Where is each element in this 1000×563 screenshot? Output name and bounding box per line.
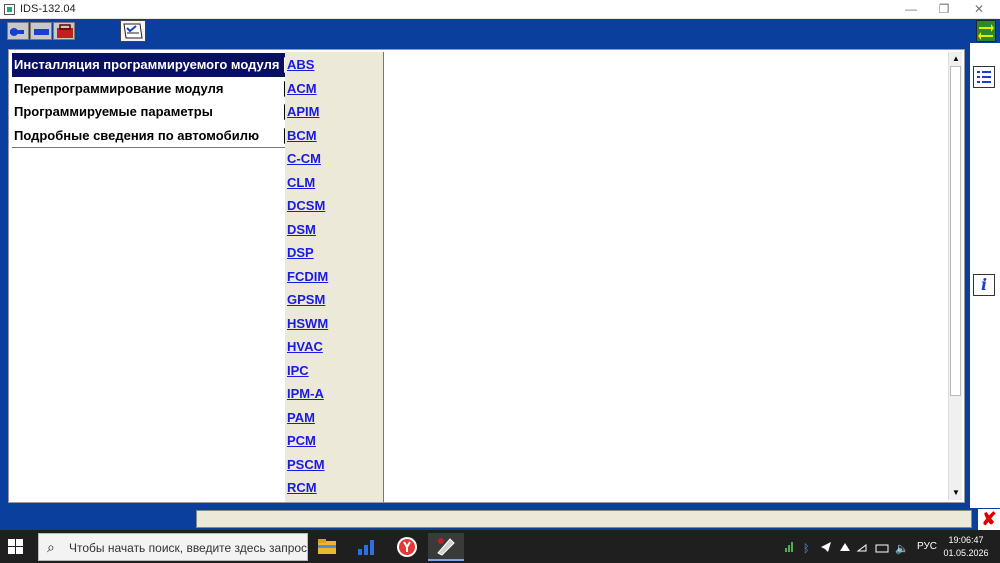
search-placeholder: Чтобы начать поиск, введите здесь запрос (69, 541, 308, 555)
module-link-clm[interactable]: CLM (285, 170, 383, 194)
menu-item-label: Перепрограммирование модуля (14, 80, 224, 96)
menu-item-reprogram-module[interactable]: Перепрограммирование модуля (12, 77, 296, 101)
menu-item-label: Инсталляция программируемого модуля (14, 57, 280, 72)
menu-divider (12, 147, 285, 148)
module-link-abs[interactable]: ABS (285, 52, 383, 76)
restore-button[interactable]: ❐ (927, 0, 961, 19)
menu-item-label: Программируемые параметры (14, 104, 213, 119)
scroll-down-icon[interactable]: ▼ (949, 486, 963, 500)
side-panel: i (970, 43, 1000, 508)
close-button[interactable]: ✕ (962, 0, 996, 19)
module-link-bcm[interactable]: BCM (285, 123, 383, 147)
windows-start-icon[interactable] (8, 539, 24, 555)
svg-text:ᛒ: ᛒ (803, 542, 810, 555)
menu-item-programmable-parameters[interactable]: Программируемые параметры (12, 100, 296, 124)
clock-time: 19:06:47 (948, 535, 984, 545)
scroll-thumb[interactable] (950, 66, 961, 396)
module-link-pam[interactable]: PAM (285, 405, 383, 429)
file-explorer-icon[interactable] (310, 533, 344, 561)
swap-arrows-icon[interactable] (976, 20, 996, 42)
scroll-up-icon[interactable]: ▲ (949, 52, 963, 66)
tray-icons: ᛒ 🔈 (785, 542, 909, 555)
module-link-hvac[interactable]: HVAC (285, 334, 383, 358)
module-link-rcm[interactable]: RCM (285, 475, 383, 499)
search-icon: ⌕ (47, 539, 55, 555)
module-link-apim[interactable]: APIM (285, 99, 383, 123)
window-title: IDS-132.04 (20, 3, 76, 15)
menu-item-label: Подробные сведения по автомобилю (14, 127, 260, 143)
vertical-scrollbar[interactable]: ▲ ▼ (948, 52, 962, 500)
taskbar-clock[interactable]: 19:06:47 01.05.2026 (935, 534, 997, 560)
function-menu: Инсталляция программируемого модуля Пере… (12, 53, 296, 148)
module-link-ipc[interactable]: IPC (285, 358, 383, 382)
clock-date: 01.05.2026 (943, 548, 989, 558)
vehicle-connect-icon[interactable] (7, 22, 29, 40)
taskbar-search-input[interactable]: ⌕ Чтобы начать поиск, введите здесь запр… (38, 533, 308, 561)
menu-item-install-module[interactable]: Инсталляция программируемого модуля (12, 53, 296, 77)
module-link-hswm[interactable]: HSWM (285, 311, 383, 335)
chart-app-icon[interactable] (350, 533, 384, 561)
window-titlebar: IDS-132.04 — ❐ ✕ (0, 0, 1000, 19)
module-link-dsm[interactable]: DSM (285, 217, 383, 241)
yandex-browser-icon[interactable] (390, 533, 424, 561)
module-link-dcsm[interactable]: DCSM (285, 193, 383, 217)
app-icon (4, 4, 15, 15)
list-icon[interactable] (973, 66, 995, 88)
module-link-dsp[interactable]: DSP (285, 240, 383, 264)
module-link-acm[interactable]: ACM (285, 76, 383, 100)
content-area: Инсталляция программируемого модуля Пере… (8, 49, 965, 503)
module-link-c-cm[interactable]: C-CM (285, 146, 383, 170)
system-tray: ᛒ 🔈 РУС (783, 530, 937, 563)
toolbar-button-group (7, 20, 77, 42)
module-link-pscm[interactable]: PSCM (285, 452, 383, 476)
svg-text:🔈: 🔈 (895, 542, 909, 555)
main-frame: Инсталляция программируемого модуля Пере… (0, 43, 970, 508)
toolbox-icon[interactable] (53, 22, 75, 40)
info-icon[interactable]: i (973, 274, 995, 296)
status-field (196, 510, 972, 528)
module-tools-icon[interactable] (30, 22, 52, 40)
module-link-fcdim[interactable]: FCDIM (285, 264, 383, 288)
menu-item-vehicle-details[interactable]: Подробные сведения по автомобилю (12, 124, 296, 148)
module-list: ABS ACM APIM BCM C-CM CLM DCSM DSM DSP F… (285, 52, 384, 502)
minimize-button[interactable]: — (894, 0, 928, 19)
ids-app-icon[interactable] (428, 533, 464, 561)
module-link-pcm[interactable]: PCM (285, 428, 383, 452)
module-link-ipm-a[interactable]: IPM-A (285, 381, 383, 405)
status-bar: ✘ (0, 508, 1000, 530)
toolbar (0, 19, 1000, 43)
windows-taskbar: ⌕ Чтобы начать поиск, введите здесь запр… (0, 530, 1000, 563)
exit-icon[interactable]: ✘ (978, 509, 1000, 530)
module-link-gpsm[interactable]: GPSM (285, 287, 383, 311)
checklist-icon[interactable] (120, 20, 146, 42)
